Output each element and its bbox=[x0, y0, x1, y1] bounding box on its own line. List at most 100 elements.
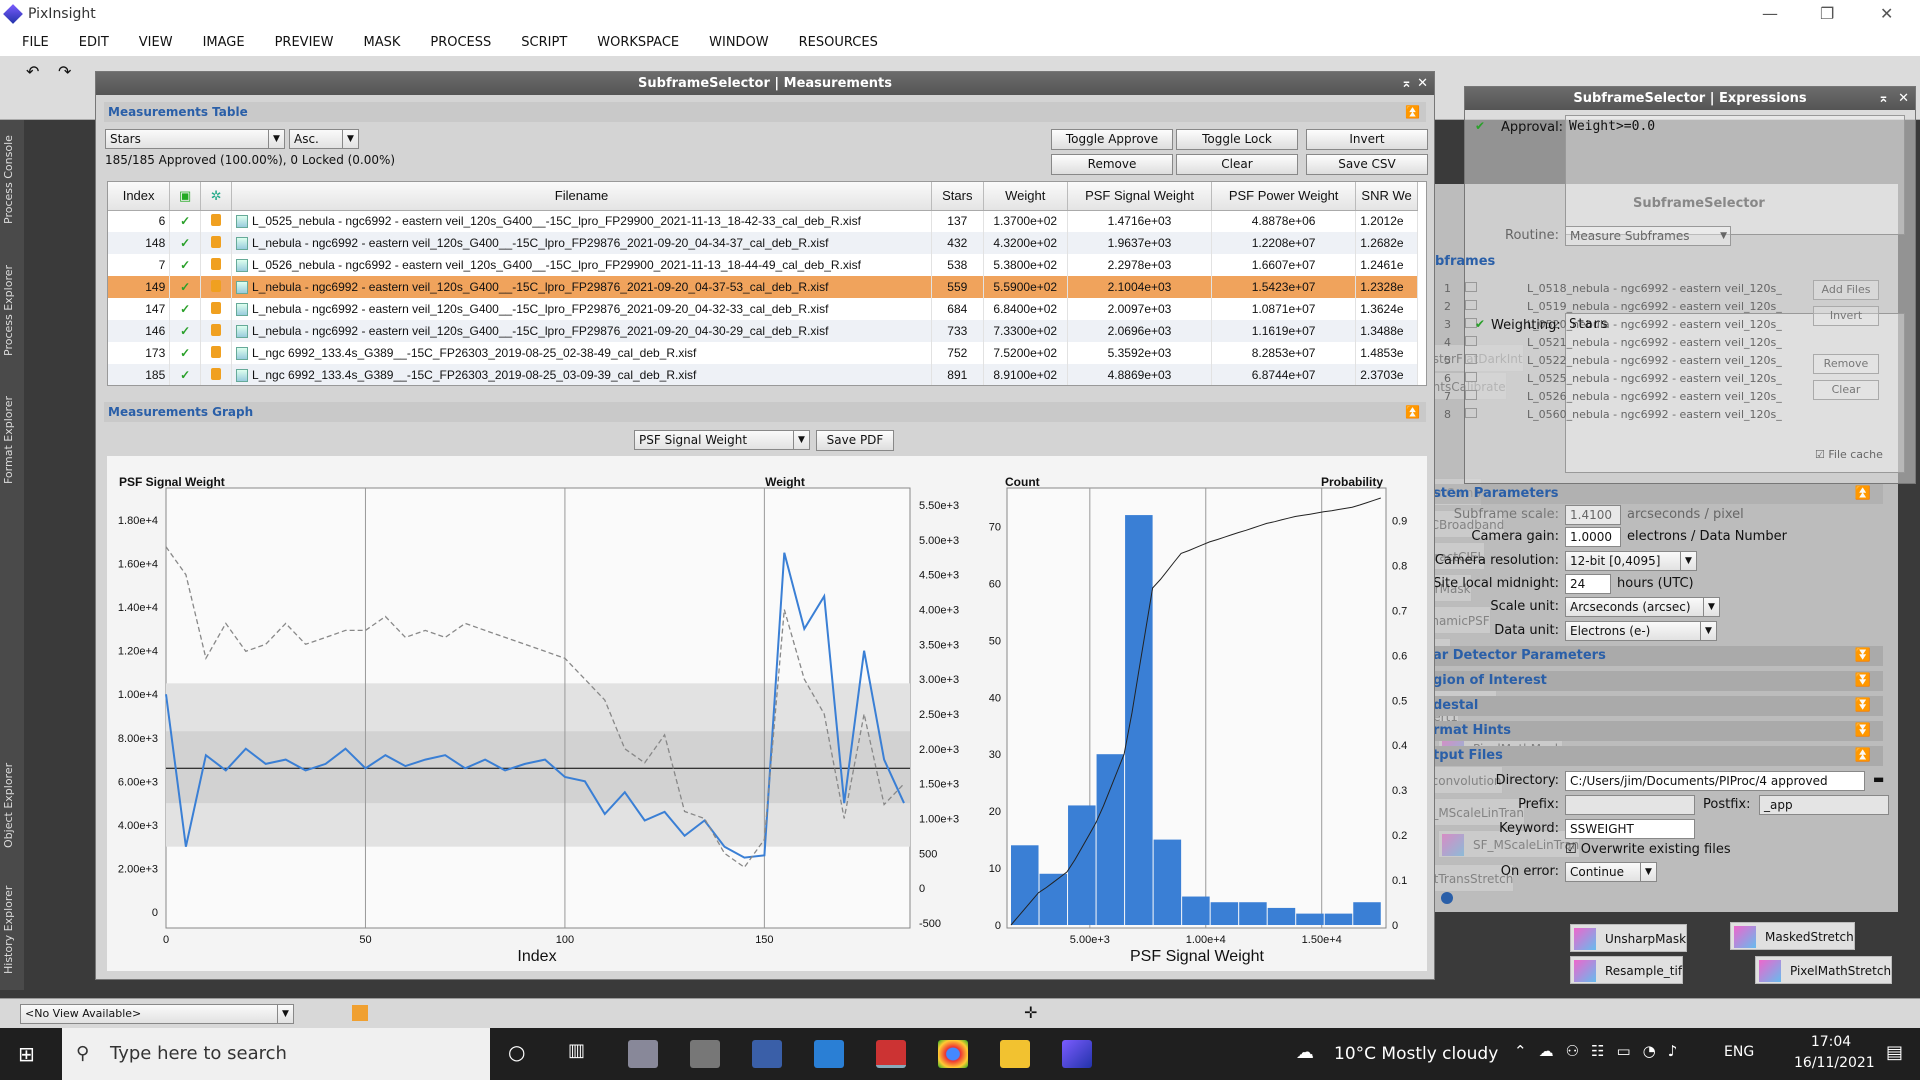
save-pdf-button[interactable]: Save PDF bbox=[816, 430, 894, 451]
menu-window[interactable]: WINDOW bbox=[709, 35, 769, 50]
menu-process[interactable]: PROCESS bbox=[430, 35, 491, 50]
table-row[interactable]: 7 ✓ L_0526_nebula - ngc6992 - eastern ve… bbox=[108, 254, 1418, 276]
camera-gain-input[interactable]: 1.0000 bbox=[1565, 527, 1621, 547]
expand-icon[interactable]: ⏬ bbox=[1855, 646, 1871, 666]
measurements-table-header[interactable]: Measurements Table ⏫ bbox=[104, 102, 1426, 122]
view-select[interactable]: <No View Available> ▼ bbox=[20, 1004, 294, 1024]
approval-expression-editor[interactable]: Weight>=0.0 bbox=[1565, 115, 1905, 235]
taskbar-search[interactable]: ⚲ Type here to search bbox=[62, 1028, 490, 1080]
keyword-input[interactable]: SSWEIGHT bbox=[1565, 819, 1695, 839]
section-star-detector[interactable]: ar Detector Parameters ⏬ bbox=[1433, 646, 1883, 666]
cell-locked[interactable] bbox=[200, 342, 233, 364]
collapse-icon[interactable]: ⏫ bbox=[1855, 484, 1871, 504]
minimize-button[interactable]: — bbox=[1762, 4, 1778, 23]
checkbox-icon[interactable] bbox=[1465, 282, 1477, 292]
table-row[interactable]: 173 ✓ L_ngc 6992_133.4s_G389__-15C_FP263… bbox=[108, 342, 1418, 364]
checkbox-icon[interactable] bbox=[1465, 390, 1477, 400]
cell-locked[interactable] bbox=[200, 276, 233, 298]
section-region-of-interest[interactable]: gion of Interest ⏬ bbox=[1433, 671, 1883, 691]
folder-icon[interactable]: ▬ bbox=[1873, 772, 1884, 786]
col-psf-signal-weight[interactable]: PSF Signal Weight bbox=[1067, 182, 1213, 211]
on-error-select[interactable]: Continue ▼ bbox=[1565, 862, 1657, 882]
mail-icon[interactable] bbox=[814, 1040, 844, 1068]
cell-approved[interactable]: ✓ bbox=[169, 210, 202, 232]
dock-tab-history-explorer[interactable]: History Explorer bbox=[2, 875, 22, 985]
close-button[interactable]: ✕ bbox=[1880, 4, 1893, 23]
overwrite-checkbox[interactable]: ☑ Overwrite existing files bbox=[1565, 842, 1731, 857]
section-pedestal[interactable]: destal ⏬ bbox=[1433, 696, 1883, 716]
postfix-input[interactable]: _app bbox=[1759, 795, 1889, 815]
tray-icons[interactable]: ⌃☁⚇☷▭◔♪ bbox=[1514, 1042, 1689, 1060]
col-snr-weight[interactable]: SNR We bbox=[1355, 182, 1418, 211]
col-weight[interactable]: Weight bbox=[983, 182, 1068, 211]
notifications-icon[interactable]: ▤ bbox=[1886, 1042, 1903, 1063]
graph-property-select[interactable]: PSF Signal Weight ▼ bbox=[634, 430, 810, 450]
collapse-icon[interactable]: ⏫ bbox=[1405, 402, 1420, 422]
dock-tab-process-console[interactable]: Process Console bbox=[2, 125, 22, 235]
checkbox-icon[interactable] bbox=[1465, 372, 1477, 382]
subframe-list-item[interactable]: 6 L_0525_nebula - ngc6992 - eastern veil_… bbox=[1437, 370, 1782, 388]
sort-property-select[interactable]: Stars ▼ bbox=[105, 129, 285, 149]
language-indicator[interactable]: ENG bbox=[1724, 1044, 1754, 1060]
undo-icon[interactable]: ↶ bbox=[26, 62, 39, 81]
checkbox-icon[interactable] bbox=[1465, 408, 1477, 418]
col-index[interactable]: Index bbox=[108, 182, 171, 211]
remove-button[interactable]: Remove bbox=[1051, 154, 1173, 175]
checkbox-icon[interactable] bbox=[1465, 336, 1477, 346]
cell-locked[interactable] bbox=[200, 298, 233, 320]
shade-icon[interactable]: ⌅ bbox=[1401, 72, 1412, 95]
camera-resolution-select[interactable]: 12-bit [0,4095] ▼ bbox=[1565, 551, 1697, 571]
dock-tab-process-explorer[interactable]: Process Explorer bbox=[2, 255, 22, 365]
expand-icon[interactable]: ⏬ bbox=[1855, 671, 1871, 691]
measurements-titlebar[interactable]: SubframeSelector | Measurements ⌅ ✕ bbox=[96, 72, 1434, 95]
close-icon[interactable]: ✕ bbox=[1898, 87, 1909, 110]
table-row[interactable]: 6 ✓ L_0525_nebula - ngc6992 - eastern ve… bbox=[108, 210, 1418, 232]
subframe-list-item[interactable]: 2 L_0519_nebula - ngc6992 - eastern veil_… bbox=[1437, 298, 1782, 316]
menu-file[interactable]: FILE bbox=[22, 35, 49, 50]
taskbar-app-icon[interactable] bbox=[628, 1040, 658, 1068]
site-midnight-spinner[interactable]: 24 bbox=[1565, 574, 1611, 594]
section-output-files[interactable]: tput Files ⏫ bbox=[1433, 746, 1883, 766]
subframe-list-item[interactable]: 3 L_0520_nebula - ngc6992 - eastern veil_… bbox=[1437, 316, 1782, 334]
clear-files-button[interactable]: Clear bbox=[1813, 380, 1879, 400]
table-row[interactable]: 147 ✓ L_nebula - ngc6992 - eastern veil_… bbox=[108, 298, 1418, 320]
clock-time[interactable]: 17:04 bbox=[1794, 1034, 1868, 1050]
weather-text[interactable]: 10°C Mostly cloudy bbox=[1334, 1044, 1498, 1064]
cell-approved[interactable]: ✓ bbox=[169, 364, 202, 385]
col-approved[interactable]: ▣ bbox=[169, 182, 202, 211]
subframe-list-item[interactable]: 7 L_0526_nebula - ngc6992 - eastern veil_… bbox=[1437, 388, 1782, 406]
shade-icon[interactable]: ⌅ bbox=[1878, 87, 1889, 110]
cell-approved[interactable]: ✓ bbox=[169, 276, 202, 298]
menu-image[interactable]: IMAGE bbox=[203, 35, 245, 50]
new-instance-icon[interactable] bbox=[1441, 892, 1453, 904]
data-unit-select[interactable]: Electrons (e-) ▼ bbox=[1565, 621, 1717, 641]
graph-svg[interactable]: 0 50 100 15002.00e+34.00e+36.00e+38.00e+31.… bbox=[107, 456, 1427, 971]
table-row[interactable]: 149 ✓ L_nebula - ngc6992 - eastern veil_… bbox=[108, 276, 1418, 298]
cell-locked[interactable] bbox=[200, 254, 233, 276]
file-explorer-icon[interactable] bbox=[1000, 1040, 1030, 1068]
prefix-input[interactable] bbox=[1565, 795, 1695, 815]
menu-mask[interactable]: MASK bbox=[363, 35, 400, 50]
checkbox-icon[interactable] bbox=[1465, 300, 1477, 310]
add-files-button[interactable]: Add Files bbox=[1813, 280, 1879, 300]
sort-order-select[interactable]: Asc. ▼ bbox=[289, 129, 359, 149]
measurements-graph-header[interactable]: Measurements Graph ⏫ bbox=[104, 402, 1426, 422]
subframe-scale-input[interactable]: 1.4100 bbox=[1565, 505, 1621, 525]
section-system-parameters[interactable]: stem Parameters ⏫ bbox=[1433, 484, 1883, 504]
remove-files-button[interactable]: Remove bbox=[1813, 354, 1879, 374]
routine-select[interactable]: Measure Subframes ▼ bbox=[1565, 226, 1731, 246]
col-locked[interactable]: ✲ bbox=[200, 182, 233, 211]
pixinsight-taskbar-icon[interactable] bbox=[1062, 1040, 1092, 1068]
dock-tab-format-explorer[interactable]: Format Explorer bbox=[2, 385, 22, 495]
subframe-list-item[interactable]: 4 L_0521_nebula - ngc6992 - eastern veil_… bbox=[1437, 334, 1782, 352]
directory-input[interactable]: C:/Users/jim/Documents/PIProc/4 approved bbox=[1565, 771, 1865, 791]
cell-approved[interactable]: ✓ bbox=[169, 254, 202, 276]
menu-workspace[interactable]: WORKSPACE bbox=[597, 35, 679, 50]
clock-date[interactable]: 16/11/2021 bbox=[1794, 1055, 1875, 1071]
menu-edit[interactable]: EDIT bbox=[79, 35, 109, 50]
col-stars[interactable]: Stars bbox=[931, 182, 984, 211]
scale-unit-select[interactable]: Arcseconds (arcsec) ▼ bbox=[1565, 597, 1720, 617]
task-view-icon[interactable]: ▥ bbox=[568, 1040, 585, 1061]
invert-button[interactable]: Invert bbox=[1306, 129, 1428, 150]
menu-resources[interactable]: RESOURCES bbox=[799, 35, 878, 50]
